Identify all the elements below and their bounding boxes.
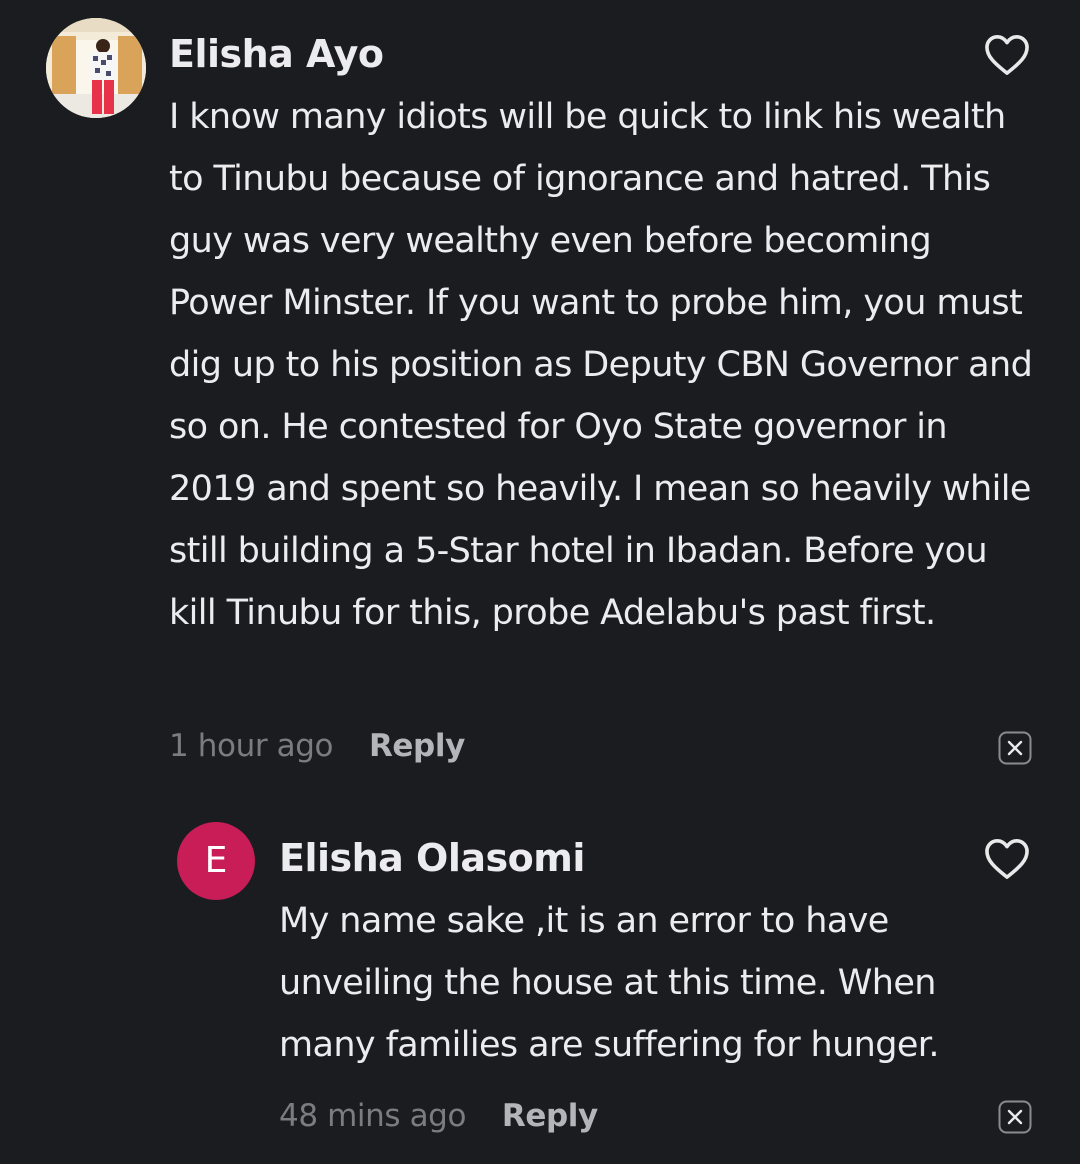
reply-button[interactable]: Reply xyxy=(369,728,465,764)
avatar[interactable] xyxy=(46,18,146,118)
close-box-icon[interactable] xyxy=(998,1100,1032,1134)
avatar-photo-image xyxy=(46,18,146,118)
close-box-icon[interactable] xyxy=(998,731,1032,765)
comment-meta: 1 hour ago Reply xyxy=(169,728,465,764)
comment-timestamp: 1 hour ago xyxy=(169,728,334,764)
comment-meta: 48 mins ago Reply xyxy=(279,1098,598,1134)
comment-text: My name sake ,it is an error to have unv… xyxy=(279,901,940,1065)
comment-author[interactable]: Elisha Ayo xyxy=(169,32,384,76)
heart-outline-icon[interactable] xyxy=(984,34,1030,76)
heart-outline-icon[interactable] xyxy=(984,838,1030,880)
comment-timestamp: 48 mins ago xyxy=(279,1098,467,1134)
avatar[interactable]: E xyxy=(177,822,255,900)
reply-button[interactable]: Reply xyxy=(502,1098,598,1134)
comment-text: I know many idiots will be quick to link… xyxy=(169,97,1033,633)
comment-author[interactable]: Elisha Olasomi xyxy=(279,836,585,880)
